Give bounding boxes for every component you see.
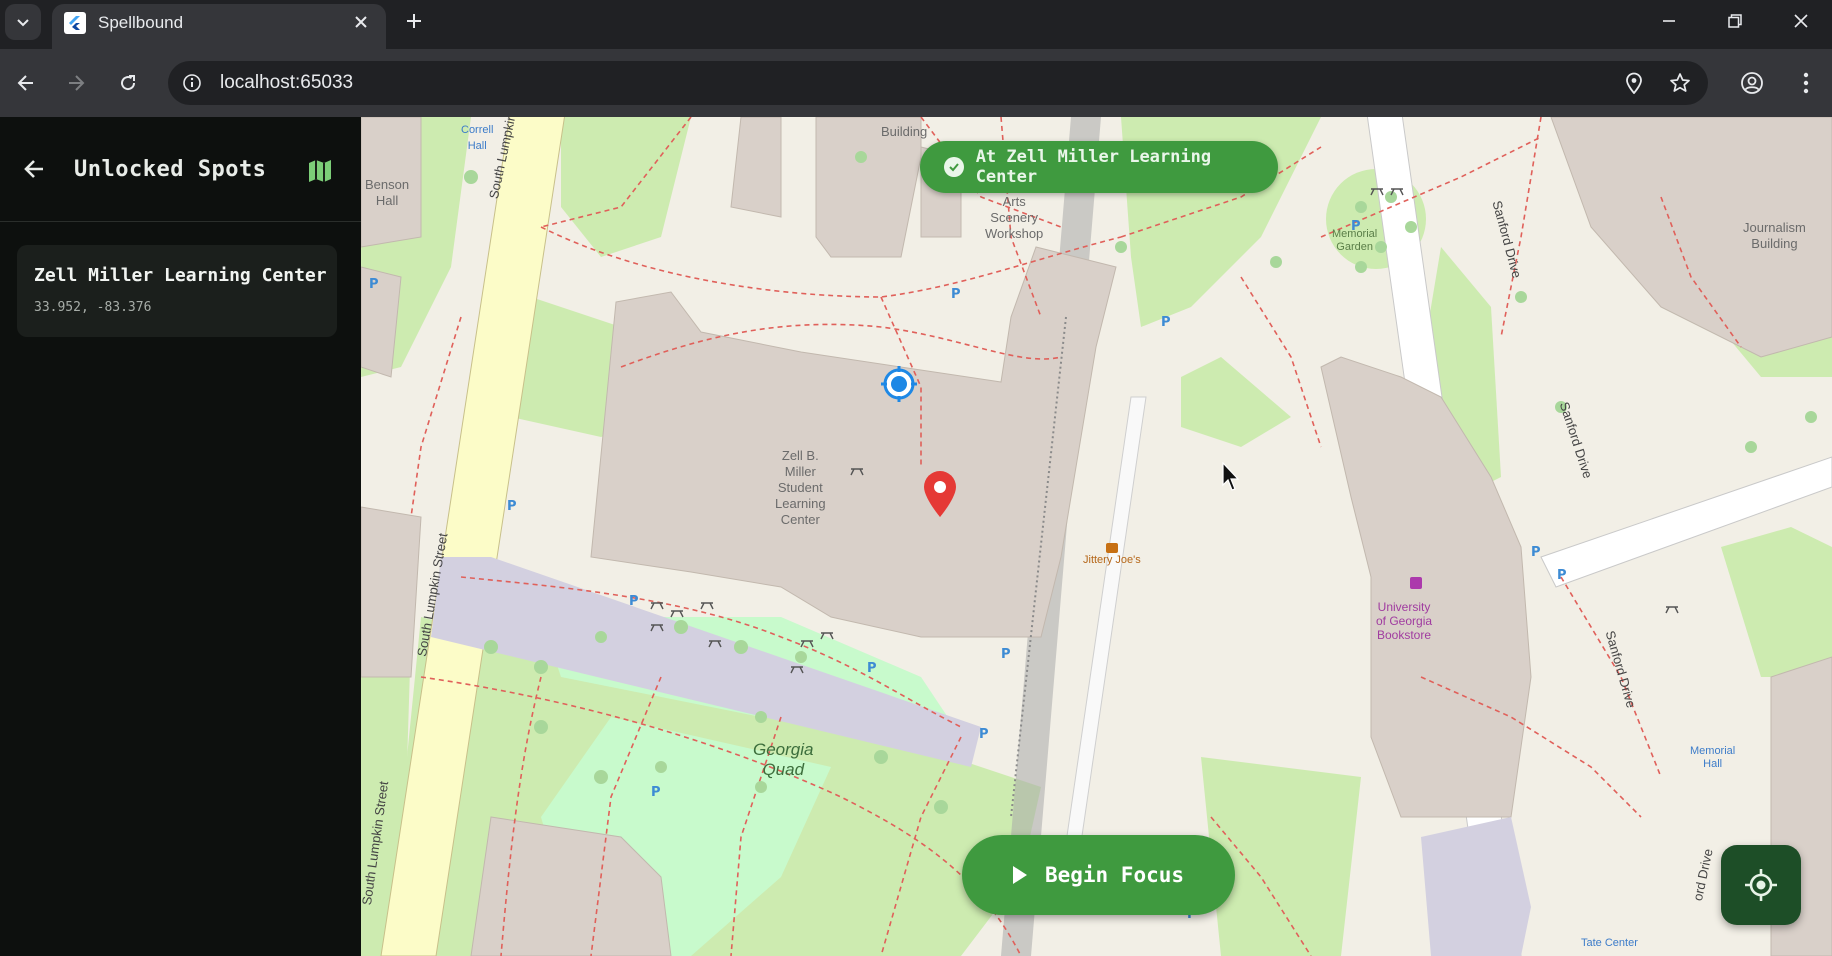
forward-button[interactable] [56, 63, 96, 103]
tab-title: Spellbound [98, 13, 184, 32]
bookmark-button[interactable] [1666, 69, 1694, 97]
plus-icon [407, 14, 421, 28]
user-location-icon [881, 366, 917, 402]
map-label-correll-hall: Correll Hall [461, 124, 494, 152]
tab-search-button[interactable] [5, 4, 41, 40]
toast-message: At Zell Miller Learning Center [975, 147, 1212, 187]
tab-strip: Spellbound [0, 0, 1832, 49]
arrow-left-icon [17, 75, 33, 91]
browser-toolbar: localhost:65033 [0, 49, 1832, 117]
close-icon [355, 16, 367, 28]
map-label-memorial-hall: Memorial Hall [1690, 745, 1736, 770]
star-icon [1670, 73, 1690, 92]
info-icon [183, 74, 201, 92]
svg-text:P: P [369, 277, 379, 292]
svg-text:P: P [1001, 647, 1011, 662]
account-icon [1741, 72, 1763, 94]
unlocked-spots-sidebar: Unlocked Spots Zell Miller Learning Cent… [0, 117, 361, 956]
svg-text:P: P [979, 727, 989, 742]
close-window-button[interactable] [1768, 0, 1832, 42]
profile-button[interactable] [1732, 63, 1772, 103]
close-icon [1794, 14, 1808, 28]
begin-focus-label: Begin Focus [1044, 863, 1185, 887]
svg-text:P: P [1161, 315, 1171, 330]
flutter-favicon-icon [64, 12, 86, 34]
restore-button[interactable] [1702, 0, 1768, 42]
spot-marker-icon[interactable] [922, 470, 958, 518]
address-bar[interactable]: localhost:65033 [168, 61, 1708, 105]
svg-text:P: P [951, 287, 961, 302]
svg-text:P: P [629, 594, 639, 609]
begin-focus-button[interactable]: Begin Focus [962, 835, 1235, 915]
spot-coordinates: 33.952, -83.376 [34, 300, 152, 315]
arrow-right-icon [69, 75, 85, 91]
sidebar-back-button[interactable] [16, 151, 52, 187]
location-button[interactable] [1620, 69, 1648, 97]
svg-text:P: P [1557, 568, 1567, 583]
spot-card[interactable]: Zell Miller Learning Center 33.952, -83.… [17, 245, 337, 337]
map-label-tate-center: Tate Center [1581, 937, 1638, 949]
reload-icon [121, 75, 136, 91]
play-icon [1012, 866, 1027, 884]
minimize-icon [1663, 20, 1675, 22]
svg-text:P: P [1531, 545, 1541, 560]
map-label-jittery-joes: Jittery Joe's [1083, 554, 1141, 566]
new-tab-button[interactable] [398, 5, 430, 37]
location-status-toast: At Zell Miller Learning Center [920, 141, 1278, 193]
close-tab-button[interactable] [346, 7, 376, 37]
spot-name: Zell Miller Learning Center [34, 265, 327, 286]
map-tiles: PP PP PP PP PP PP PP [361, 117, 1832, 956]
chevron-down-icon [17, 19, 29, 27]
map-label-building: Building [881, 124, 928, 139]
svg-text:P: P [867, 661, 877, 676]
browser-menu-button[interactable] [1786, 63, 1826, 103]
browser-tab[interactable]: Spellbound [52, 4, 386, 49]
back-button[interactable] [6, 63, 46, 103]
url-text: localhost:65033 [220, 72, 354, 93]
my-location-icon [1745, 869, 1777, 901]
kebab-menu-icon [1803, 72, 1809, 94]
map-icon [309, 160, 331, 182]
svg-text:P: P [507, 499, 517, 514]
map-view[interactable]: PP PP PP PP PP PP PP Correll Ha [361, 117, 1832, 956]
map-label-uga-bookstore: University of Georgia Bookstore [1376, 600, 1433, 642]
sidebar-header: Unlocked Spots [0, 117, 361, 222]
map-label-zell-miller-center: Zell B. Miller Student Learning Center [775, 448, 826, 527]
mouse-cursor-icon [1222, 462, 1240, 491]
arrow-left-icon [24, 160, 43, 178]
site-info-button[interactable] [178, 69, 206, 97]
map-label-memorial-garden: Memorial Garden [1332, 228, 1378, 253]
map-label-georgia-quad: Georgia Quad [753, 740, 814, 779]
recenter-location-button[interactable] [1721, 845, 1801, 925]
reload-button[interactable] [108, 63, 148, 103]
svg-text:P: P [651, 785, 661, 800]
check-circle-icon [944, 157, 964, 177]
restore-icon [1728, 14, 1742, 28]
map-view-button[interactable] [302, 153, 338, 189]
map-label-benson-hall: Benson Hall [365, 177, 410, 208]
location-pin-icon [1626, 72, 1642, 94]
minimize-button[interactable] [1636, 0, 1702, 42]
map-label-journalism-building: Journalism Building [1743, 220, 1806, 251]
map-label-arts-scenery-workshop: Arts Scenery Workshop [985, 194, 1044, 241]
sidebar-title: Unlocked Spots [74, 157, 267, 182]
